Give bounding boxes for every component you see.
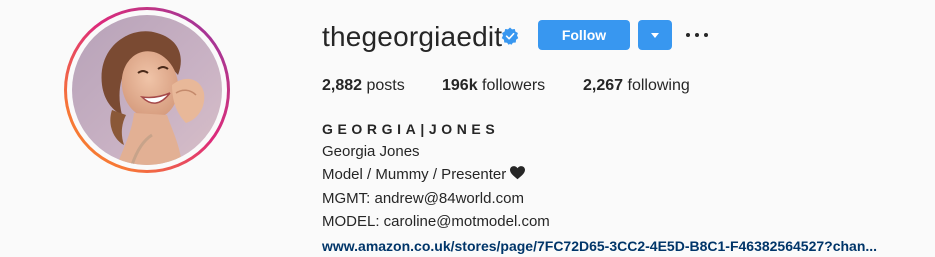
- follow-button[interactable]: Follow: [538, 20, 630, 50]
- posts-label: posts: [366, 77, 405, 94]
- bio-line: MGMT: andrew@84world.com: [322, 190, 524, 207]
- posts-count: 2,882: [322, 77, 363, 94]
- followers-count: 196k: [442, 77, 478, 94]
- full-name: GEORGIA|JONES: [322, 121, 500, 137]
- bio-website-link[interactable]: www.amazon.co.uk/stores/page/7FC72D65-3C…: [322, 237, 877, 255]
- following-count: 2,267: [583, 77, 624, 94]
- posts-stat: 2,882 posts: [322, 77, 405, 95]
- suggested-accounts-button[interactable]: [638, 20, 672, 50]
- story-ring[interactable]: [64, 7, 230, 173]
- more-options-icon: [686, 33, 690, 37]
- profile-header: thegeorgiaedit Follow 2,882 posts 196k f…: [0, 0, 935, 257]
- followers-label: followers: [482, 77, 546, 94]
- bio-line: Georgia Jones: [322, 143, 420, 160]
- chevron-down-icon: [651, 33, 659, 38]
- bio-text: Model / Mummy / Presenter: [322, 166, 507, 183]
- bio-line: Model / Mummy / Presenter: [322, 166, 526, 184]
- profile-photo: [72, 15, 222, 165]
- username: thegeorgiaedit: [322, 21, 503, 52]
- following-label: following: [627, 77, 690, 94]
- avatar[interactable]: [72, 15, 222, 165]
- followers-stat[interactable]: 196k followers: [442, 77, 545, 95]
- heart-icon: [510, 166, 526, 180]
- verified-badge-icon: [501, 27, 519, 45]
- bio-line: MODEL: caroline@motmodel.com: [322, 213, 550, 230]
- following-stat[interactable]: 2,267 following: [583, 77, 690, 95]
- more-options-button[interactable]: [686, 26, 710, 44]
